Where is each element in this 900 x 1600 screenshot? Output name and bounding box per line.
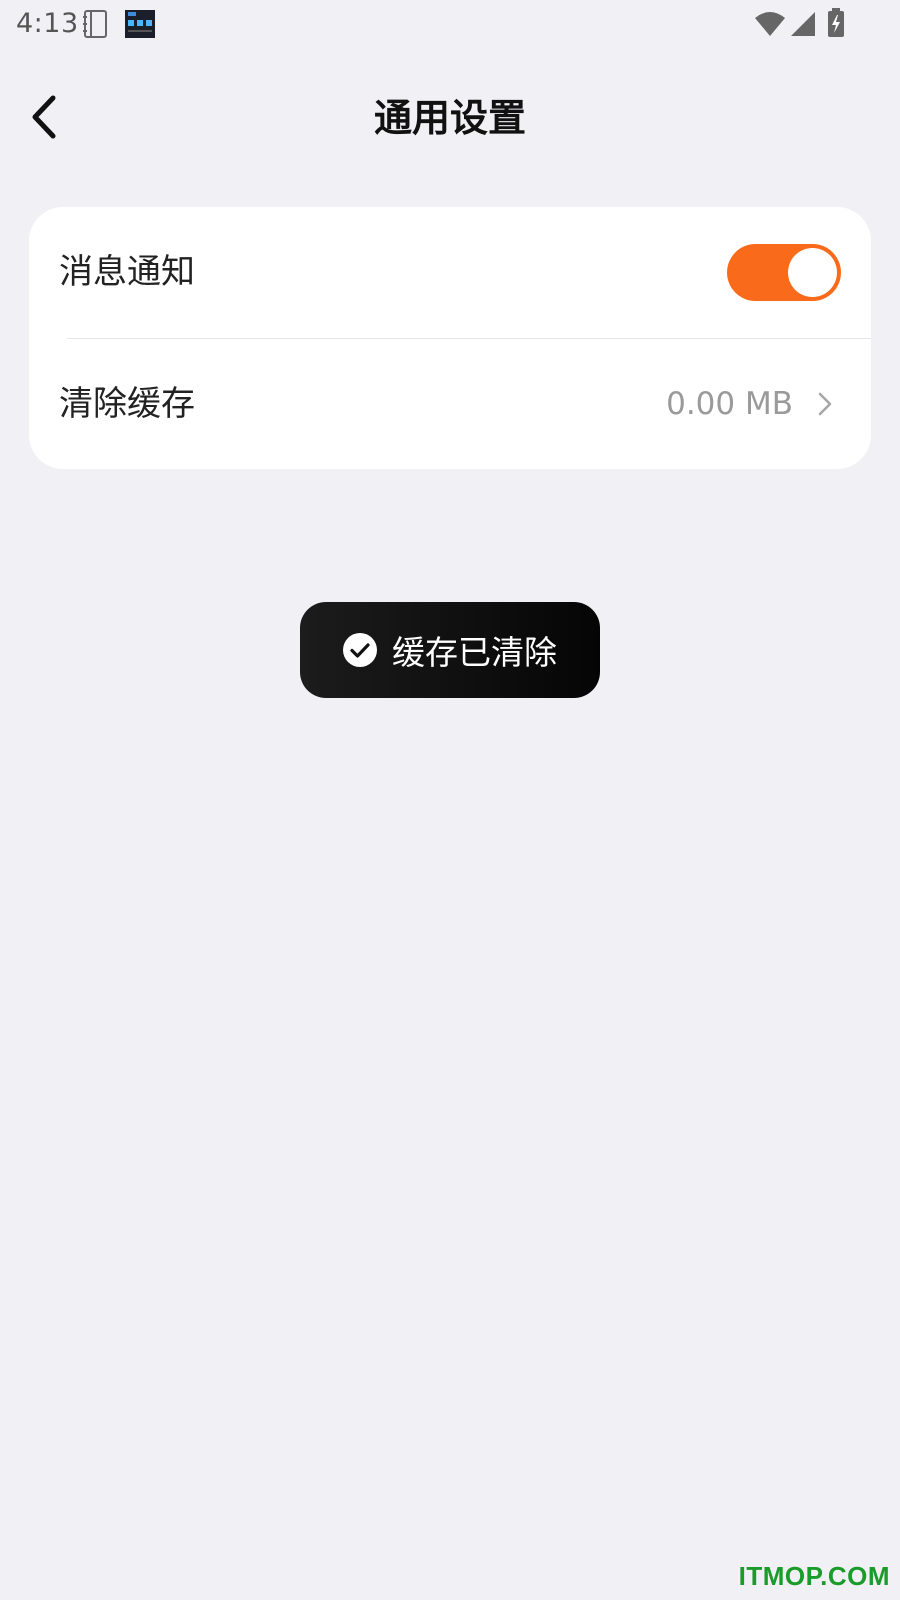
notification-toggle[interactable]: [727, 244, 841, 301]
notification-row: 消息通知: [29, 207, 871, 337]
watermark: ITMOP.COM: [738, 1561, 890, 1591]
clear-cache-row[interactable]: 清除缓存 0.00 MB: [29, 339, 871, 469]
clock-app-icon: [125, 10, 155, 38]
cache-size-value: 0.00 MB: [666, 386, 793, 422]
status-bar: 4:13: [0, 0, 900, 48]
notebook-icon: [83, 10, 107, 38]
notification-label: 消息通知: [59, 252, 195, 292]
clear-cache-label: 清除缓存: [59, 384, 195, 424]
toast: 缓存已清除: [300, 602, 600, 698]
check-circle-icon: [343, 633, 377, 667]
battery-charging-icon: [828, 8, 844, 37]
signal-icon: [791, 12, 815, 36]
page-title: 通用设置: [373, 96, 526, 140]
toggle-knob: [788, 248, 837, 297]
settings-card: 消息通知 清除缓存 0.00 MB: [29, 207, 871, 469]
screen: 4:13 通用设置 消息通知 清除缓存 0.00 MB 缓存已清除 ITMOP.…: [0, 0, 900, 1600]
status-time: 4:13: [16, 8, 79, 39]
toast-message: 缓存已清除: [392, 633, 557, 672]
chevron-right-icon: [818, 392, 832, 416]
wifi-icon: [755, 12, 785, 36]
